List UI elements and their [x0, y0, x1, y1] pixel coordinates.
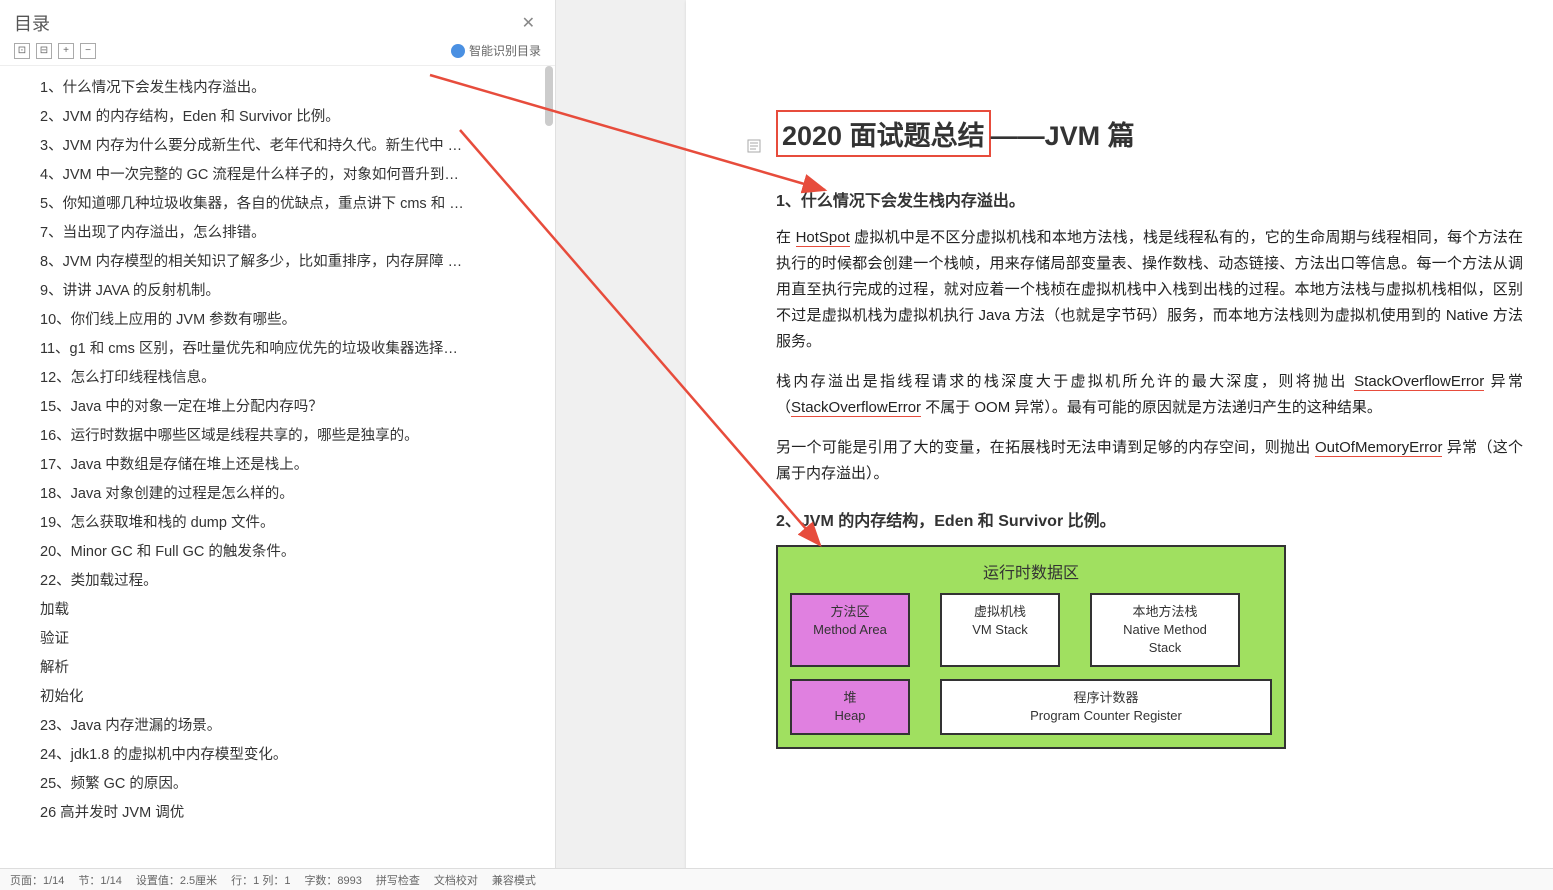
status-section: 节：1/14 — [78, 872, 121, 888]
toc-item[interactable]: 3、JVM 内存为什么要分成新生代、老年代和持久代。新生代中 … — [40, 132, 541, 161]
document-page: 2020 面试题总结——JVM 篇 1、什么情况下会发生栈内存溢出。 在 Hot… — [686, 0, 1553, 870]
diagram-heap: 堆 Heap — [790, 679, 910, 735]
toc-item[interactable]: 15、Java 中的对象一定在堆上分配内存吗？ — [40, 393, 541, 422]
title-suffix: ——JVM 篇 — [991, 121, 1135, 151]
toc-item[interactable]: 5、你知道哪几种垃圾收集器，各自的优缺点，重点讲下 cms 和 … — [40, 190, 541, 219]
toc-title: 目录 — [14, 10, 50, 36]
title-highlighted: 2020 面试题总结 — [776, 110, 991, 157]
section-icon — [746, 138, 764, 156]
status-doccheck[interactable]: 文档校对 — [434, 872, 478, 888]
close-icon[interactable]: ✕ — [516, 11, 541, 35]
level-down-button[interactable]: − — [80, 43, 96, 59]
toc-item[interactable]: 11、g1 和 cms 区别，吞吐量优先和响应优先的垃圾收集器选择… — [40, 335, 541, 364]
diagram-pc-register: 程序计数器 Program Counter Register — [940, 679, 1272, 735]
diagram-method-area: 方法区 Method Area — [790, 593, 910, 667]
toc-item[interactable]: 22、类加载过程。 — [40, 567, 541, 596]
toc-item[interactable]: 25、频繁 GC 的原因。 — [40, 770, 541, 799]
status-page[interactable]: 页面：1/14 — [10, 872, 64, 888]
heading-q1: 1、什么情况下会发生栈内存溢出。 — [776, 187, 1523, 211]
scrollbar-thumb[interactable] — [545, 66, 553, 126]
status-comment: 兼容模式 — [492, 872, 536, 888]
toc-item[interactable]: 8、JVM 内存模型的相关知识了解多少，比如重排序，内存屏障 … — [40, 248, 541, 277]
status-setting: 设置值：2.5厘米 — [136, 872, 217, 888]
toc-item[interactable]: 10、你们线上应用的 JVM 参数有哪些。 — [40, 306, 541, 335]
toc-item[interactable]: 9、讲讲 JAVA 的反射机制。 — [40, 277, 541, 306]
status-spellcheck[interactable]: 拼写检查 — [376, 872, 420, 888]
jvm-memory-diagram: 运行时数据区 方法区 Method Area 虚拟机栈 VM Stack 本地方… — [776, 545, 1286, 749]
smart-toc-button[interactable]: 智能识别目录 — [451, 42, 541, 59]
smart-toc-label: 智能识别目录 — [469, 42, 541, 59]
status-line: 行：1 列：1 — [231, 872, 290, 888]
toc-item[interactable]: 初始化 — [40, 683, 541, 712]
heading-q2: 2、JVM 的内存结构，Eden 和 Survivor 比例。 — [776, 507, 1523, 531]
toc-item[interactable]: 7、当出现了内存溢出，怎么排错。 — [40, 219, 541, 248]
term-stackoverflow: StackOverflowError — [1354, 373, 1484, 391]
toc-list: 1、什么情况下会发生栈内存溢出。 2、JVM 的内存结构，Eden 和 Surv… — [0, 66, 555, 890]
toc-item[interactable]: 24、jdk1.8 的虚拟机中内存模型变化。 — [40, 741, 541, 770]
toc-item[interactable]: 解析 — [40, 654, 541, 683]
toc-item[interactable]: 12、怎么打印线程栈信息。 — [40, 364, 541, 393]
collapse-all-button[interactable]: ⊟ — [36, 43, 52, 59]
toc-item[interactable]: 20、Minor GC 和 Full GC 的触发条件。 — [40, 538, 541, 567]
toc-item[interactable]: 验证 — [40, 625, 541, 654]
toc-item[interactable]: 18、Java 对象创建的过程是怎么样的。 — [40, 480, 541, 509]
toc-item[interactable]: 17、Java 中数组是存储在堆上还是栈上。 — [40, 451, 541, 480]
term-hotspot: HotSpot — [796, 229, 850, 247]
paragraph-1: 在 HotSpot 虚拟机中是不区分虚拟机栈和本地方法栈，栈是线程私有的，它的生… — [776, 225, 1523, 355]
diagram-native-stack: 本地方法栈 Native Method Stack — [1090, 593, 1240, 667]
status-wordcount[interactable]: 字数：8993 — [304, 872, 361, 888]
level-up-button[interactable]: + — [58, 43, 74, 59]
toc-item[interactable]: 1、什么情况下会发生栈内存溢出。 — [40, 74, 541, 103]
toc-item[interactable]: 16、运行时数据中哪些区域是线程共享的，哪些是独享的。 — [40, 422, 541, 451]
toc-item[interactable]: 2、JVM 的内存结构，Eden 和 Survivor 比例。 — [40, 103, 541, 132]
document-title: 2020 面试题总结——JVM 篇 — [776, 110, 1523, 157]
smart-toc-icon — [451, 44, 465, 58]
paragraph-3: 另一个可能是引用了大的变量，在拓展栈时无法申请到足够的内存空间，则抛出 OutO… — [776, 435, 1523, 487]
toc-item[interactable]: 19、怎么获取堆和栈的 dump 文件。 — [40, 509, 541, 538]
term-stackoverflow-2: StackOverflowError — [791, 399, 921, 417]
term-oom: OutOfMemoryError — [1315, 439, 1443, 457]
toc-item[interactable]: 加载 — [40, 596, 541, 625]
expand-all-button[interactable]: ⊡ — [14, 43, 30, 59]
toc-item[interactable]: 4、JVM 中一次完整的 GC 流程是什么样子的，对象如何晋升到… — [40, 161, 541, 190]
paragraph-2: 栈内存溢出是指线程请求的栈深度大于虚拟机所允许的最大深度，则将抛出 StackO… — [776, 369, 1523, 421]
document-viewer: 2020 面试题总结——JVM 篇 1、什么情况下会发生栈内存溢出。 在 Hot… — [556, 0, 1553, 890]
toc-item[interactable]: 26 高并发时 JVM 调优 — [40, 799, 541, 828]
diagram-title: 运行时数据区 — [790, 559, 1272, 583]
toc-sidebar: 目录 ✕ ⊡ ⊟ + − 智能识别目录 1、什么情况下会发生栈内存溢出。 2、J… — [0, 0, 556, 890]
toc-item[interactable]: 23、Java 内存泄漏的场景。 — [40, 712, 541, 741]
diagram-vm-stack: 虚拟机栈 VM Stack — [940, 593, 1060, 667]
status-bar: 页面：1/14 节：1/14 设置值：2.5厘米 行：1 列：1 字数：8993… — [0, 868, 1553, 890]
